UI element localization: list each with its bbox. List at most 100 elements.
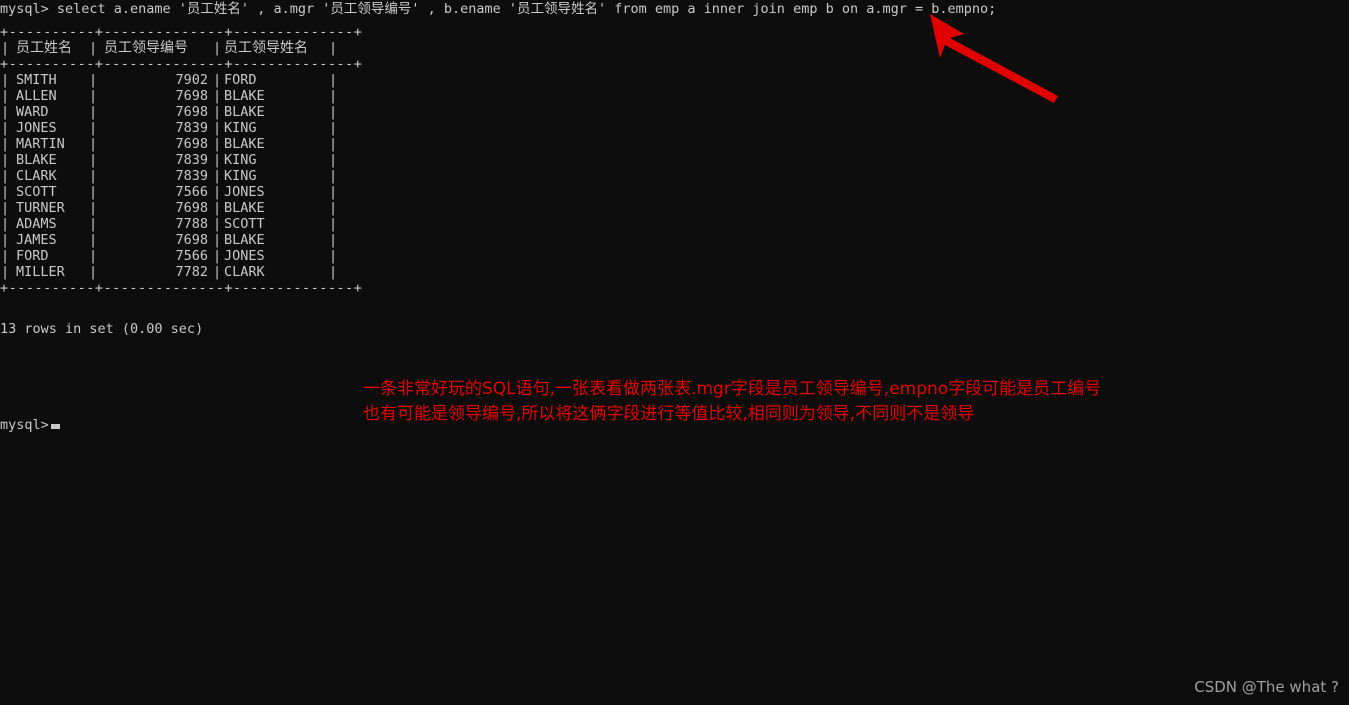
table-border-bar: |	[89, 216, 98, 232]
table-border-bar: |	[213, 168, 222, 184]
cell-leader-number: 7698	[175, 88, 208, 104]
table-border-bar: |	[329, 168, 338, 184]
table-row: | FORD | 7566 | JONES |	[0, 248, 362, 264]
table-border-bar: |	[329, 120, 338, 136]
table-border-bar: |	[89, 200, 98, 216]
table-border-bar: |	[89, 72, 98, 88]
cursor-block[interactable]	[50, 424, 60, 429]
table-border-bar: |	[213, 184, 222, 200]
table-border-bar: |	[329, 104, 338, 120]
table-border-bar: |	[213, 200, 222, 216]
red-explanation-note: 一条非常好玩的SQL语句,一张表看做两张表.mgr字段是员工领导编号,empno…	[363, 377, 1263, 427]
cell-leader-name: BLAKE	[224, 232, 265, 248]
table-row: | SMITH | 7902 | FORD |	[0, 72, 362, 88]
cell-employee-name: WARD	[16, 104, 49, 120]
table-border-bar: |	[1, 248, 10, 264]
table-border-bar: |	[89, 232, 98, 248]
cell-leader-number: 7839	[175, 152, 208, 168]
cell-employee-name: ALLEN	[16, 88, 57, 104]
cell-employee-name: MILLER	[16, 264, 65, 280]
table-border-bar: |	[213, 264, 222, 280]
table-border-bar: |	[1, 120, 10, 136]
table-border-bar: |	[213, 136, 222, 152]
table-border-bar: |	[89, 88, 98, 104]
table-border-bar: |	[1, 40, 10, 56]
table-border-bar: |	[1, 72, 10, 88]
cell-leader-name: BLAKE	[224, 136, 265, 152]
table-border-bar: |	[89, 168, 98, 184]
cell-leader-number: 7566	[175, 248, 208, 264]
table-row: | ADAMS | 7788 | SCOTT |	[0, 216, 362, 232]
table-row: | CLARK | 7839 | KING |	[0, 168, 362, 184]
table-border-bar: |	[1, 232, 10, 248]
table-border-bar: |	[329, 200, 338, 216]
cell-employee-name: ADAMS	[16, 216, 57, 232]
table-border-bar: |	[89, 136, 98, 152]
cell-employee-name: JAMES	[16, 232, 57, 248]
cell-leader-number: 7566	[175, 184, 208, 200]
table-border-bar: |	[89, 40, 98, 56]
cell-leader-name: JONES	[224, 248, 265, 264]
column-header-leader-number: 员工领导编号	[104, 40, 188, 56]
table-border-bar: |	[213, 72, 222, 88]
red-arrow-annotation	[920, 8, 1080, 103]
table-border-bar: |	[89, 184, 98, 200]
cell-leader-number: 7698	[175, 200, 208, 216]
table-border-bar: |	[213, 216, 222, 232]
table-border-bar: |	[1, 184, 10, 200]
table-border-bar: |	[1, 88, 10, 104]
csdn-watermark: CSDN @The what ?	[1194, 678, 1339, 696]
cell-employee-name: BLAKE	[16, 152, 57, 168]
query-result-table: +----------+--------------+-------------…	[0, 24, 362, 296]
cell-leader-number: 7788	[175, 216, 208, 232]
cell-leader-name: SCOTT	[224, 216, 265, 232]
table-border-bar: |	[89, 248, 98, 264]
table-row: | MARTIN | 7698 | BLAKE |	[0, 136, 362, 152]
cell-leader-number: 7698	[175, 104, 208, 120]
table-border-bar: |	[213, 120, 222, 136]
table-border-bar: |	[1, 152, 10, 168]
red-note-line-2: 也有可能是领导编号,所以将这俩字段进行等值比较,相同则为领导,不同则不是领导	[363, 404, 975, 424]
cell-leader-number: 7698	[175, 232, 208, 248]
table-border-bar: |	[1, 104, 10, 120]
table-row: | JAMES | 7698 | BLAKE |	[0, 232, 362, 248]
cell-employee-name: SMITH	[16, 72, 57, 88]
table-border-bar: |	[89, 104, 98, 120]
table-row: | WARD | 7698 | BLAKE |	[0, 104, 362, 120]
result-status-line: 13 rows in set (0.00 sec)	[0, 321, 204, 337]
table-border-bar: |	[213, 232, 222, 248]
cell-leader-number: 7782	[175, 264, 208, 280]
table-border-bar: |	[329, 152, 338, 168]
cell-leader-name: BLAKE	[224, 104, 265, 120]
table-border-bar: |	[213, 152, 222, 168]
terminal-footer: 13 rows in set (0.00 sec) mysql>	[0, 289, 203, 449]
cell-leader-number: 7698	[175, 136, 208, 152]
table-border-bar: |	[329, 184, 338, 200]
table-border-bar: |	[329, 40, 338, 56]
cell-leader-number: 7839	[175, 120, 208, 136]
table-border-bar: |	[89, 152, 98, 168]
terminal-query-line: mysql> select a.ename '员工姓名' , a.mgr '员工…	[0, 1, 997, 17]
table-border-bar: |	[329, 232, 338, 248]
table-border-bar: |	[1, 136, 10, 152]
table-border-bar: |	[213, 104, 222, 120]
table-border-bar: |	[1, 168, 10, 184]
table-rule-top: +----------+--------------+-------------…	[0, 24, 363, 40]
cell-leader-name: KING	[224, 168, 257, 184]
table-row: | TURNER | 7698 | BLAKE |	[0, 200, 362, 216]
cell-leader-name: KING	[224, 120, 257, 136]
cell-leader-name: JONES	[224, 184, 265, 200]
table-border-bar: |	[1, 264, 10, 280]
table-rule-header: +----------+--------------+-------------…	[0, 56, 363, 72]
table-border-bar: |	[1, 216, 10, 232]
table-row: | SCOTT | 7566 | JONES |	[0, 184, 362, 200]
column-header-employee-name: 员工姓名	[16, 40, 72, 56]
table-row: | MILLER | 7782 | CLARK |	[0, 264, 362, 280]
table-border-bar: |	[213, 40, 222, 56]
cell-leader-number: 7839	[175, 168, 208, 184]
table-row: | BLAKE | 7839 | KING |	[0, 152, 362, 168]
cell-leader-number: 7902	[175, 72, 208, 88]
table-border-bar: |	[89, 120, 98, 136]
cell-employee-name: SCOTT	[16, 184, 57, 200]
